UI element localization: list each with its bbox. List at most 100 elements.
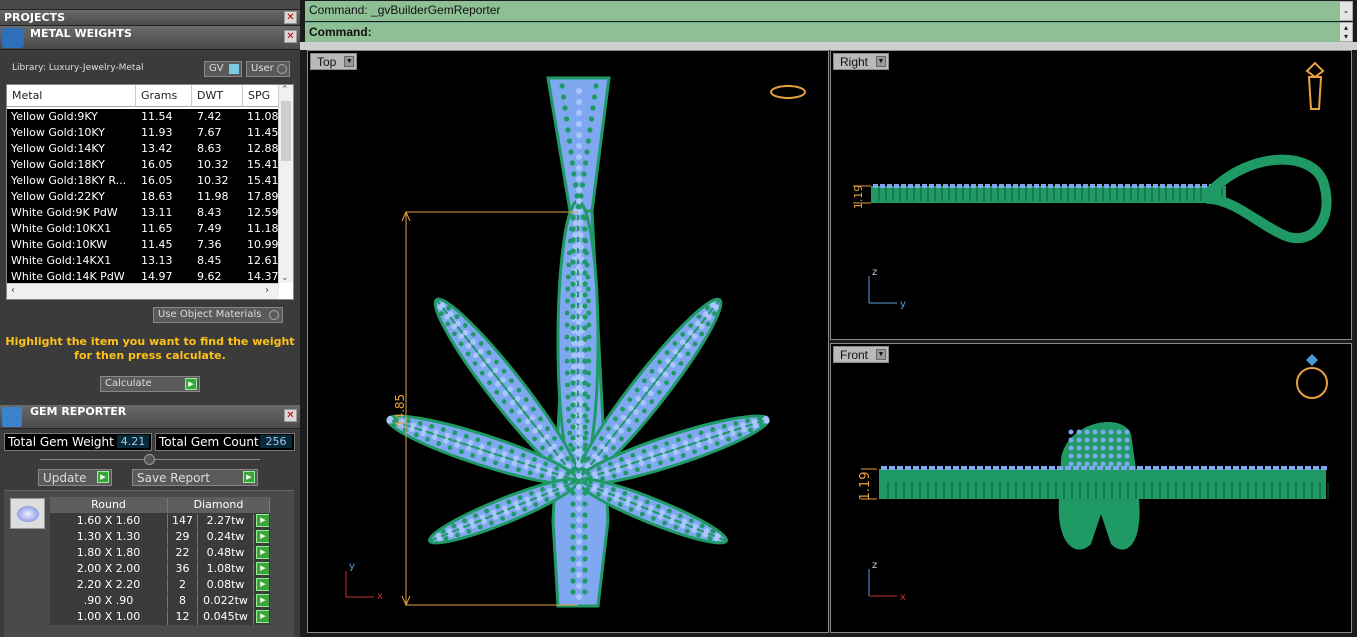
command-input[interactable]: Command:	[305, 22, 1339, 42]
projects-header: PROJECTS ✕	[0, 10, 300, 26]
gem-cell-size: 1.30 X 1.30	[50, 530, 168, 545]
spin-icon[interactable]: ▴ ▾	[1339, 22, 1353, 42]
chevron-down-icon[interactable]: ▼	[344, 56, 355, 67]
metal-cell-grams: 13.13	[141, 254, 173, 267]
save-report-button[interactable]: Save Report ▶	[132, 469, 258, 486]
gem-row[interactable]: 2.20 X 2.20 2 0.08tw ▶	[50, 577, 270, 593]
gem-cell-count: 2	[168, 578, 198, 593]
chevron-up-icon[interactable]: ⌃	[281, 85, 289, 95]
header-type: Diamond	[168, 498, 270, 513]
gem-row[interactable]: .90 X .90 8 0.022tw ▶	[50, 593, 270, 609]
metal-row[interactable]: White Gold:10KX1 11.65 7.49 11.18	[7, 221, 279, 237]
earring-gizmo-icon	[1305, 61, 1325, 110]
right-view-canvas: 1.19 z y	[852, 61, 1332, 310]
metal-row[interactable]: Yellow Gold:22KY 18.63 11.98 17.89	[7, 189, 279, 205]
command-history: Command: _gvBuilderGemReporter	[305, 1, 1339, 21]
gem-cell-tw: 1.08tw	[198, 562, 254, 577]
total-gem-count: Total Gem Count 256	[155, 433, 295, 451]
metal-row[interactable]: White Gold:10KW 11.45 7.36 10.99	[7, 237, 279, 253]
play-icon[interactable]: ▶	[256, 578, 269, 591]
play-icon[interactable]: ▶	[256, 562, 269, 575]
metal-row[interactable]: Yellow Gold:18KY 16.05 10.32 15.41	[7, 157, 279, 173]
gv-toggle[interactable]: GV	[204, 61, 242, 77]
gem-cell-size: 1.60 X 1.60	[50, 514, 168, 529]
metal-cell-metal: Yellow Gold:22KY	[11, 190, 105, 203]
metal-cell-spg: 10.99	[247, 238, 279, 251]
scroll-thumb[interactable]	[281, 101, 291, 161]
metal-row[interactable]: White Gold:14KX1 13.13 8.45 12.61	[7, 253, 279, 269]
metal-cell-metal: Yellow Gold:18KY R...	[11, 174, 127, 187]
close-icon[interactable]: ✕	[284, 11, 297, 24]
metal-cell-grams: 13.42	[141, 142, 173, 155]
gem-row[interactable]: 1.60 X 1.60 147 2.27tw ▶	[50, 513, 270, 529]
chevron-down-icon[interactable]: ⌄	[281, 273, 289, 283]
update-button[interactable]: Update ▶	[38, 469, 112, 486]
play-icon[interactable]: ▶	[256, 594, 269, 607]
play-icon: ▶	[185, 378, 197, 390]
play-icon[interactable]: ▶	[256, 546, 269, 559]
metal-cell-spg: 14.37	[247, 270, 279, 283]
pendant-leaf-shape	[386, 76, 770, 608]
metal-cell-spg: 15.41	[247, 158, 279, 171]
metal-cell-dwt: 10.32	[197, 174, 229, 187]
metal-row[interactable]: White Gold:9K PdW 13.11 8.43 12.59	[7, 205, 279, 221]
chevron-down-icon[interactable]: ⌄	[1339, 1, 1353, 21]
play-icon[interactable]: ▶	[256, 610, 269, 623]
col-grams[interactable]: Grams	[136, 85, 192, 107]
gem-row[interactable]: 1.80 X 1.80 22 0.48tw ▶	[50, 545, 270, 561]
chevron-down-icon[interactable]: ▼	[876, 56, 887, 67]
close-icon[interactable]: ✕	[284, 409, 297, 422]
viewport-right[interactable]: 1.19 z y Right ▼	[830, 50, 1352, 340]
viewport-front[interactable]: 1.19 z x Front ▼	[830, 343, 1352, 633]
metal-weights-header: METAL WEIGHTS ✕	[0, 26, 300, 50]
col-dwt[interactable]: DWT	[192, 85, 243, 107]
viewport-top-label[interactable]: Top ▼	[310, 53, 358, 70]
chevron-down-icon[interactable]: ▼	[876, 349, 887, 360]
metal-row[interactable]: Yellow Gold:18KY R... 16.05 10.32 15.41	[7, 173, 279, 189]
metal-row[interactable]: Yellow Gold:9KY 11.54 7.42 11.08	[7, 109, 279, 125]
metal-cell-dwt: 7.67	[197, 126, 222, 139]
ring-front-gizmo-icon	[1296, 367, 1328, 399]
col-metal[interactable]: Metal	[7, 85, 136, 107]
metal-cell-grams: 11.93	[141, 126, 173, 139]
play-icon[interactable]: ▶	[256, 514, 269, 527]
gem-cell-size: 2.00 X 2.00	[50, 562, 168, 577]
metal-cell-grams: 16.05	[141, 158, 173, 171]
gem-cell-count: 29	[168, 530, 198, 545]
splitter-handle[interactable]	[144, 454, 155, 465]
viewport-top[interactable]: 44.85 y x Top ▼	[307, 50, 829, 633]
play-icon[interactable]: ▶	[256, 530, 269, 543]
gem-cell-count: 12	[168, 610, 198, 625]
viewport-right-label[interactable]: Right ▼	[833, 53, 890, 70]
vertical-scrollbar[interactable]: ⌃ ⌄	[278, 85, 293, 283]
use-object-materials-toggle[interactable]: Use Object Materials	[153, 307, 283, 323]
close-icon[interactable]: ✕	[284, 30, 297, 43]
metal-cell-metal: Yellow Gold:9KY	[11, 110, 98, 123]
top-slider[interactable]	[0, 0, 300, 10]
horizontal-scrollbar[interactable]: ‹ ›	[7, 283, 279, 299]
gem-table-header: Round Diamond	[50, 497, 270, 513]
gem-cell-tw: 0.045tw	[198, 610, 254, 625]
user-toggle[interactable]: User	[246, 61, 290, 77]
calculate-button[interactable]: Calculate ▶	[100, 376, 200, 392]
chevron-right-icon[interactable]: ›	[265, 285, 269, 296]
metal-row[interactable]: Yellow Gold:14KY 13.42 8.63 12.88	[7, 141, 279, 157]
viewport-right-name: Right	[840, 55, 869, 69]
round-diamond-icon[interactable]	[10, 498, 45, 529]
metal-cell-grams: 13.11	[141, 206, 173, 219]
hint-line-2: for then press calculate.	[74, 349, 226, 362]
gem-cell-tw: 0.24tw	[198, 530, 254, 545]
gem-reporter-icon	[2, 407, 22, 427]
col-spg[interactable]: SPG	[243, 85, 279, 107]
chevron-left-icon[interactable]: ‹	[11, 285, 15, 296]
gem-row[interactable]: 1.30 X 1.30 29 0.24tw ▶	[50, 529, 270, 545]
viewport-front-label[interactable]: Front ▼	[833, 346, 890, 363]
metal-cell-grams: 11.54	[141, 110, 173, 123]
gem-row[interactable]: 2.00 X 2.00 36 1.08tw ▶	[50, 561, 270, 577]
gv-label: GV	[209, 63, 224, 74]
gem-row[interactable]: 1.00 X 1.00 12 0.045tw ▶	[50, 609, 270, 625]
metal-weights-icon	[2, 28, 24, 48]
gem-reporter-title: GEM REPORTER	[30, 405, 127, 418]
metal-row[interactable]: Yellow Gold:10KY 11.93 7.67 11.45	[7, 125, 279, 141]
metal-cell-spg: 11.45	[247, 126, 279, 139]
